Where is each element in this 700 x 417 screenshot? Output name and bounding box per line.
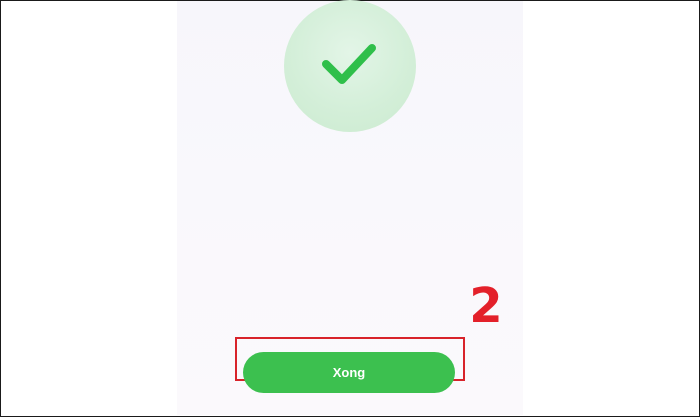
annotation-step-number: 2	[469, 278, 503, 334]
success-check-circle	[284, 0, 416, 132]
done-button[interactable]: Xong	[243, 352, 455, 393]
checkmark-icon	[322, 44, 376, 84]
